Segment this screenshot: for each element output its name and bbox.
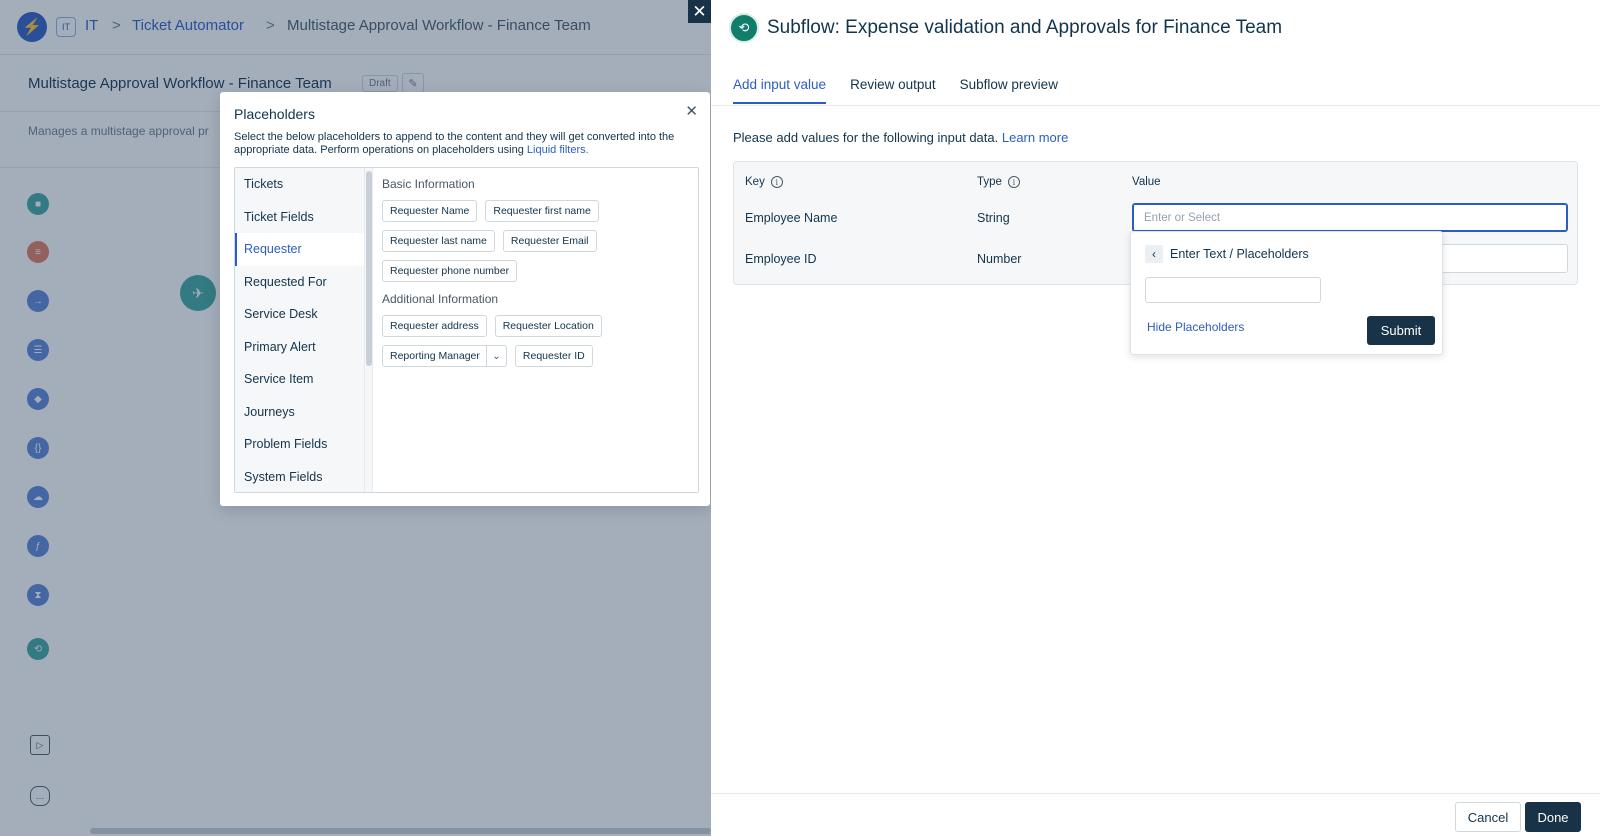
- row-type-string: String: [977, 211, 1010, 225]
- category-ticket-fields[interactable]: Ticket Fields: [235, 201, 364, 234]
- row-key-employee-name: Employee Name: [745, 211, 838, 225]
- modal-title: Placeholders: [234, 106, 315, 122]
- row-key-employee-id: Employee ID: [745, 252, 817, 266]
- row-type-number: Number: [977, 252, 1022, 266]
- column-key: Key i: [745, 176, 783, 188]
- done-button[interactable]: Done: [1525, 802, 1581, 832]
- tab-add-input-value[interactable]: Add input value: [733, 77, 827, 104]
- drawer-header: ⟲ Subflow: Expense validation and Approv…: [711, 0, 1600, 57]
- column-value-label: Value: [1132, 176, 1161, 188]
- subflow-icon: ⟲: [729, 13, 759, 43]
- text-placeholder-input[interactable]: [1145, 277, 1321, 303]
- close-drawer-icon[interactable]: ✕: [688, 0, 711, 23]
- close-icon[interactable]: ✕: [685, 102, 698, 120]
- chip-label: Reporting Manager: [390, 350, 480, 362]
- placeholders-modal: Placeholders ✕ Select the below placehol…: [220, 92, 710, 506]
- submit-button[interactable]: Submit: [1367, 316, 1435, 345]
- cancel-button[interactable]: Cancel: [1455, 802, 1521, 832]
- category-list: Tickets Ticket Fields Requester Requeste…: [235, 168, 365, 492]
- tab-subflow-preview[interactable]: Subflow preview: [960, 77, 1058, 104]
- description-text: Select the below placeholders to append …: [234, 131, 675, 156]
- scrollbar-thumb[interactable]: [366, 171, 372, 366]
- placeholder-fields: Basic Information Requester Name Request…: [373, 168, 698, 492]
- basic-info-chips: Requester Name Requester first name Requ…: [382, 200, 622, 282]
- section-additional-information: Additional Information: [382, 292, 499, 306]
- chip-requester-email[interactable]: Requester Email: [502, 230, 597, 252]
- category-system-fields[interactable]: System Fields: [235, 461, 364, 493]
- chip-requester-first-name[interactable]: Requester first name: [485, 200, 599, 222]
- column-key-label: Key: [745, 176, 765, 188]
- additional-info-chips: Requester address Requester Location Rep…: [382, 315, 622, 367]
- chip-requester-name[interactable]: Requester Name: [382, 200, 478, 222]
- category-scrollbar[interactable]: [365, 168, 373, 492]
- category-requested-for[interactable]: Requested For: [235, 266, 364, 299]
- hide-placeholders-link[interactable]: Hide Placeholders: [1147, 320, 1244, 334]
- modal-description: Select the below placeholders to append …: [234, 131, 699, 157]
- subflow-drawer: ⟲ Subflow: Expense validation and Approv…: [711, 0, 1600, 836]
- chip-requester-id[interactable]: Requester ID: [514, 345, 593, 367]
- section-basic-information: Basic Information: [382, 177, 475, 191]
- drawer-tabs: Add input value Review output Subflow pr…: [733, 77, 1058, 104]
- placeholders-body: Tickets Ticket Fields Requester Requeste…: [234, 167, 699, 493]
- intro-label: Please add values for the following inpu…: [733, 130, 999, 145]
- tabs-divider: [711, 105, 1600, 106]
- category-primary-alert[interactable]: Primary Alert: [235, 331, 364, 364]
- category-journeys[interactable]: Journeys: [235, 396, 364, 429]
- chip-requester-location[interactable]: Requester Location: [494, 315, 602, 337]
- chip-requester-phone-number[interactable]: Requester phone number: [382, 260, 518, 282]
- info-icon[interactable]: i: [770, 176, 783, 188]
- learn-more-link[interactable]: Learn more: [1002, 130, 1068, 145]
- intro-text: Please add values for the following inpu…: [733, 130, 1068, 145]
- category-service-item[interactable]: Service Item: [235, 363, 364, 396]
- category-requester[interactable]: Requester: [235, 233, 364, 266]
- chip-requester-last-name[interactable]: Requester last name: [382, 230, 495, 252]
- category-problem-fields[interactable]: Problem Fields: [235, 428, 364, 461]
- chevron-down-icon[interactable]: ⌄: [485, 346, 506, 366]
- liquid-filters-link[interactable]: Liquid filters.: [527, 144, 589, 156]
- column-type-label: Type: [977, 176, 1002, 188]
- chip-reporting-manager[interactable]: Reporting Manager ⌄: [382, 345, 507, 367]
- category-service-desk[interactable]: Service Desk: [235, 298, 364, 331]
- category-tickets[interactable]: Tickets: [235, 168, 364, 201]
- placeholder-popover: ‹ Enter Text / Placeholders Hide Placeho…: [1130, 231, 1443, 355]
- drawer-footer: Cancel Done: [711, 793, 1600, 836]
- employee-name-value-input[interactable]: [1132, 203, 1568, 232]
- tab-review-output[interactable]: Review output: [850, 77, 936, 104]
- chevron-left-icon[interactable]: ‹: [1145, 245, 1163, 263]
- column-value: Value: [1132, 176, 1161, 188]
- column-type: Type i: [977, 176, 1020, 188]
- drawer-title: Subflow: Expense validation and Approval…: [767, 17, 1283, 38]
- info-icon[interactable]: i: [1007, 176, 1020, 188]
- popover-title: Enter Text / Placeholders: [1170, 247, 1309, 261]
- chip-requester-address[interactable]: Requester address: [382, 315, 487, 337]
